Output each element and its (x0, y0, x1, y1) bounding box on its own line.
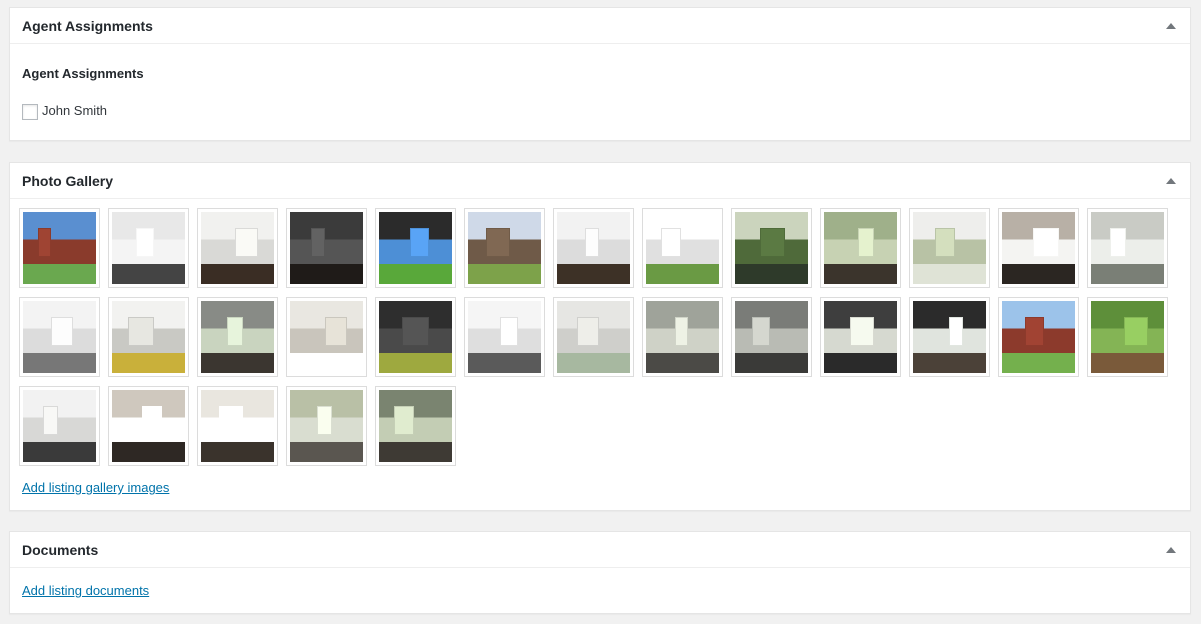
gallery-thumbnail[interactable] (642, 208, 723, 288)
gallery-photo (201, 390, 274, 462)
gallery-photo (646, 301, 719, 373)
documents-title: Documents (22, 541, 99, 558)
agent-assignments-header[interactable]: Agent Assignments (10, 8, 1190, 44)
agent-assignments-box: Agent Assignments Agent Assignments John… (9, 7, 1191, 141)
gallery-photo (290, 390, 363, 462)
gallery-photo (557, 212, 630, 284)
gallery-thumbnail[interactable] (375, 386, 456, 466)
gallery-thumbnail[interactable] (464, 208, 545, 288)
gallery-thumbnail[interactable] (553, 297, 634, 377)
gallery-photo (112, 212, 185, 284)
agent-assignments-title: Agent Assignments (22, 17, 153, 34)
gallery-thumbnail[interactable] (197, 208, 278, 288)
gallery-photo (1002, 212, 1075, 284)
gallery-photo (824, 301, 897, 373)
gallery-photo (290, 301, 363, 373)
gallery-thumbnail[interactable] (375, 297, 456, 377)
gallery-thumbnail[interactable] (731, 208, 812, 288)
gallery-thumbnail[interactable] (642, 297, 723, 377)
gallery-thumbnail[interactable] (731, 297, 812, 377)
gallery-photo (379, 390, 452, 462)
gallery-thumbnail[interactable] (19, 297, 100, 377)
gallery-photo (1091, 212, 1164, 284)
add-documents-link[interactable]: Add listing documents (22, 583, 149, 598)
photo-gallery-box: Photo Gallery Add listing gallery images (9, 162, 1191, 511)
gallery-photo (468, 212, 541, 284)
arrow-up-icon[interactable] (1165, 544, 1177, 556)
gallery-photo (824, 212, 897, 284)
gallery-thumbnail[interactable] (286, 208, 367, 288)
gallery-photo (23, 390, 96, 462)
gallery-photo (913, 212, 986, 284)
gallery-thumbnail[interactable] (553, 208, 634, 288)
gallery-thumbnail[interactable] (108, 297, 189, 377)
agent-assignments-content: Agent Assignments John Smith (10, 44, 1190, 132)
gallery-photo (735, 301, 808, 373)
gallery-photo (290, 212, 363, 284)
gallery-thumbnail[interactable] (909, 297, 990, 377)
gallery-photo (646, 212, 719, 284)
gallery-photo (557, 301, 630, 373)
gallery-thumbnail[interactable] (998, 208, 1079, 288)
gallery-thumbnail[interactable] (286, 297, 367, 377)
photo-gallery-grid (19, 208, 1179, 475)
documents-box: Documents Add listing documents (9, 531, 1191, 614)
gallery-thumbnail[interactable] (286, 386, 367, 466)
gallery-photo (23, 301, 96, 373)
gallery-photo (468, 301, 541, 373)
agent-option[interactable]: John Smith (22, 101, 1178, 120)
gallery-photo (1002, 301, 1075, 373)
photo-gallery-title: Photo Gallery (22, 172, 114, 189)
photo-gallery-header[interactable]: Photo Gallery (10, 163, 1190, 199)
gallery-thumbnail[interactable] (998, 297, 1079, 377)
gallery-thumbnail[interactable] (464, 297, 545, 377)
gallery-photo (735, 212, 808, 284)
add-gallery-images-link[interactable]: Add listing gallery images (22, 480, 169, 495)
gallery-thumbnail[interactable] (197, 297, 278, 377)
arrow-up-icon[interactable] (1165, 20, 1177, 32)
gallery-thumbnail[interactable] (820, 297, 901, 377)
gallery-thumbnail[interactable] (820, 208, 901, 288)
gallery-photo (23, 212, 96, 284)
gallery-thumbnail[interactable] (1087, 208, 1168, 288)
gallery-photo (112, 390, 185, 462)
gallery-thumbnail[interactable] (19, 208, 100, 288)
documents-header[interactable]: Documents (10, 532, 1190, 568)
gallery-photo (201, 301, 274, 373)
agent-name: John Smith (42, 103, 108, 118)
gallery-photo (379, 212, 452, 284)
gallery-thumbnail[interactable] (1087, 297, 1168, 377)
gallery-thumbnail[interactable] (375, 208, 456, 288)
gallery-thumbnail[interactable] (909, 208, 990, 288)
arrow-up-icon[interactable] (1165, 175, 1177, 187)
gallery-thumbnail[interactable] (108, 386, 189, 466)
gallery-photo (379, 301, 452, 373)
agent-assignments-subtitle: Agent Assignments (22, 66, 144, 81)
gallery-thumbnail[interactable] (19, 386, 100, 466)
gallery-photo (913, 301, 986, 373)
gallery-photo (201, 212, 274, 284)
gallery-photo (1091, 301, 1164, 373)
agent-checkbox[interactable] (22, 104, 38, 120)
gallery-thumbnail[interactable] (108, 208, 189, 288)
gallery-photo (112, 301, 185, 373)
gallery-thumbnail[interactable] (197, 386, 278, 466)
